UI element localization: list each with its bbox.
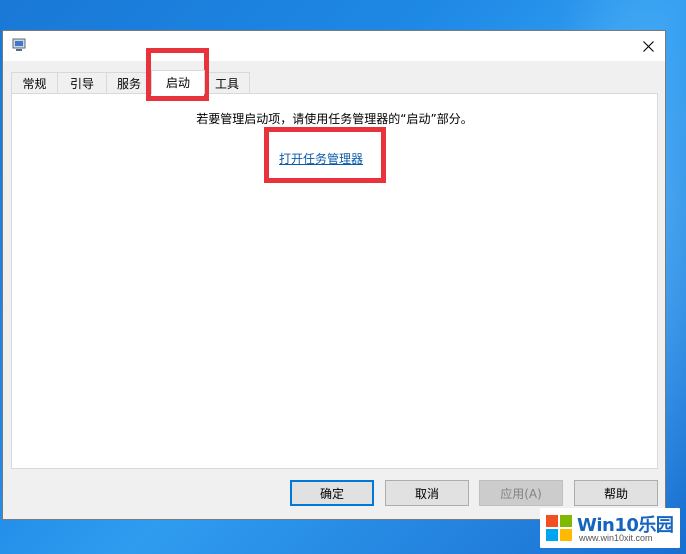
startup-tab-panel: 若要管理启动项，请使用任务管理器的“启动”部分。 打开任务管理器 [11,93,658,469]
help-button[interactable]: 帮助 [574,480,658,506]
tab-startup[interactable]: 启动 [151,70,205,94]
open-task-manager-link[interactable]: 打开任务管理器 [279,150,363,167]
ok-button[interactable]: 确定 [290,480,374,506]
system-configuration-dialog: 常规 引导 服务 启动 工具 若要管理启动项，请使用任务管理器的“启动”部分。 … [2,30,666,520]
apply-button[interactable]: 应用(A) [479,480,563,506]
close-button[interactable] [633,31,663,61]
close-icon [642,40,654,52]
tab-general[interactable]: 常规 [11,72,58,93]
tab-tools[interactable]: 工具 [204,72,250,93]
watermark-url: www.win10xit.com [579,533,653,543]
msconfig-app-icon [12,38,26,51]
tab-boot[interactable]: 引导 [57,72,107,93]
tab-services[interactable]: 服务 [106,72,152,93]
cancel-button[interactable]: 取消 [385,480,469,506]
windows-logo-icon [546,515,572,541]
site-watermark: Win10乐园 www.win10xit.com [540,508,680,548]
title-bar[interactable] [3,31,665,61]
startup-info-message: 若要管理启动项，请使用任务管理器的“启动”部分。 [196,112,473,126]
